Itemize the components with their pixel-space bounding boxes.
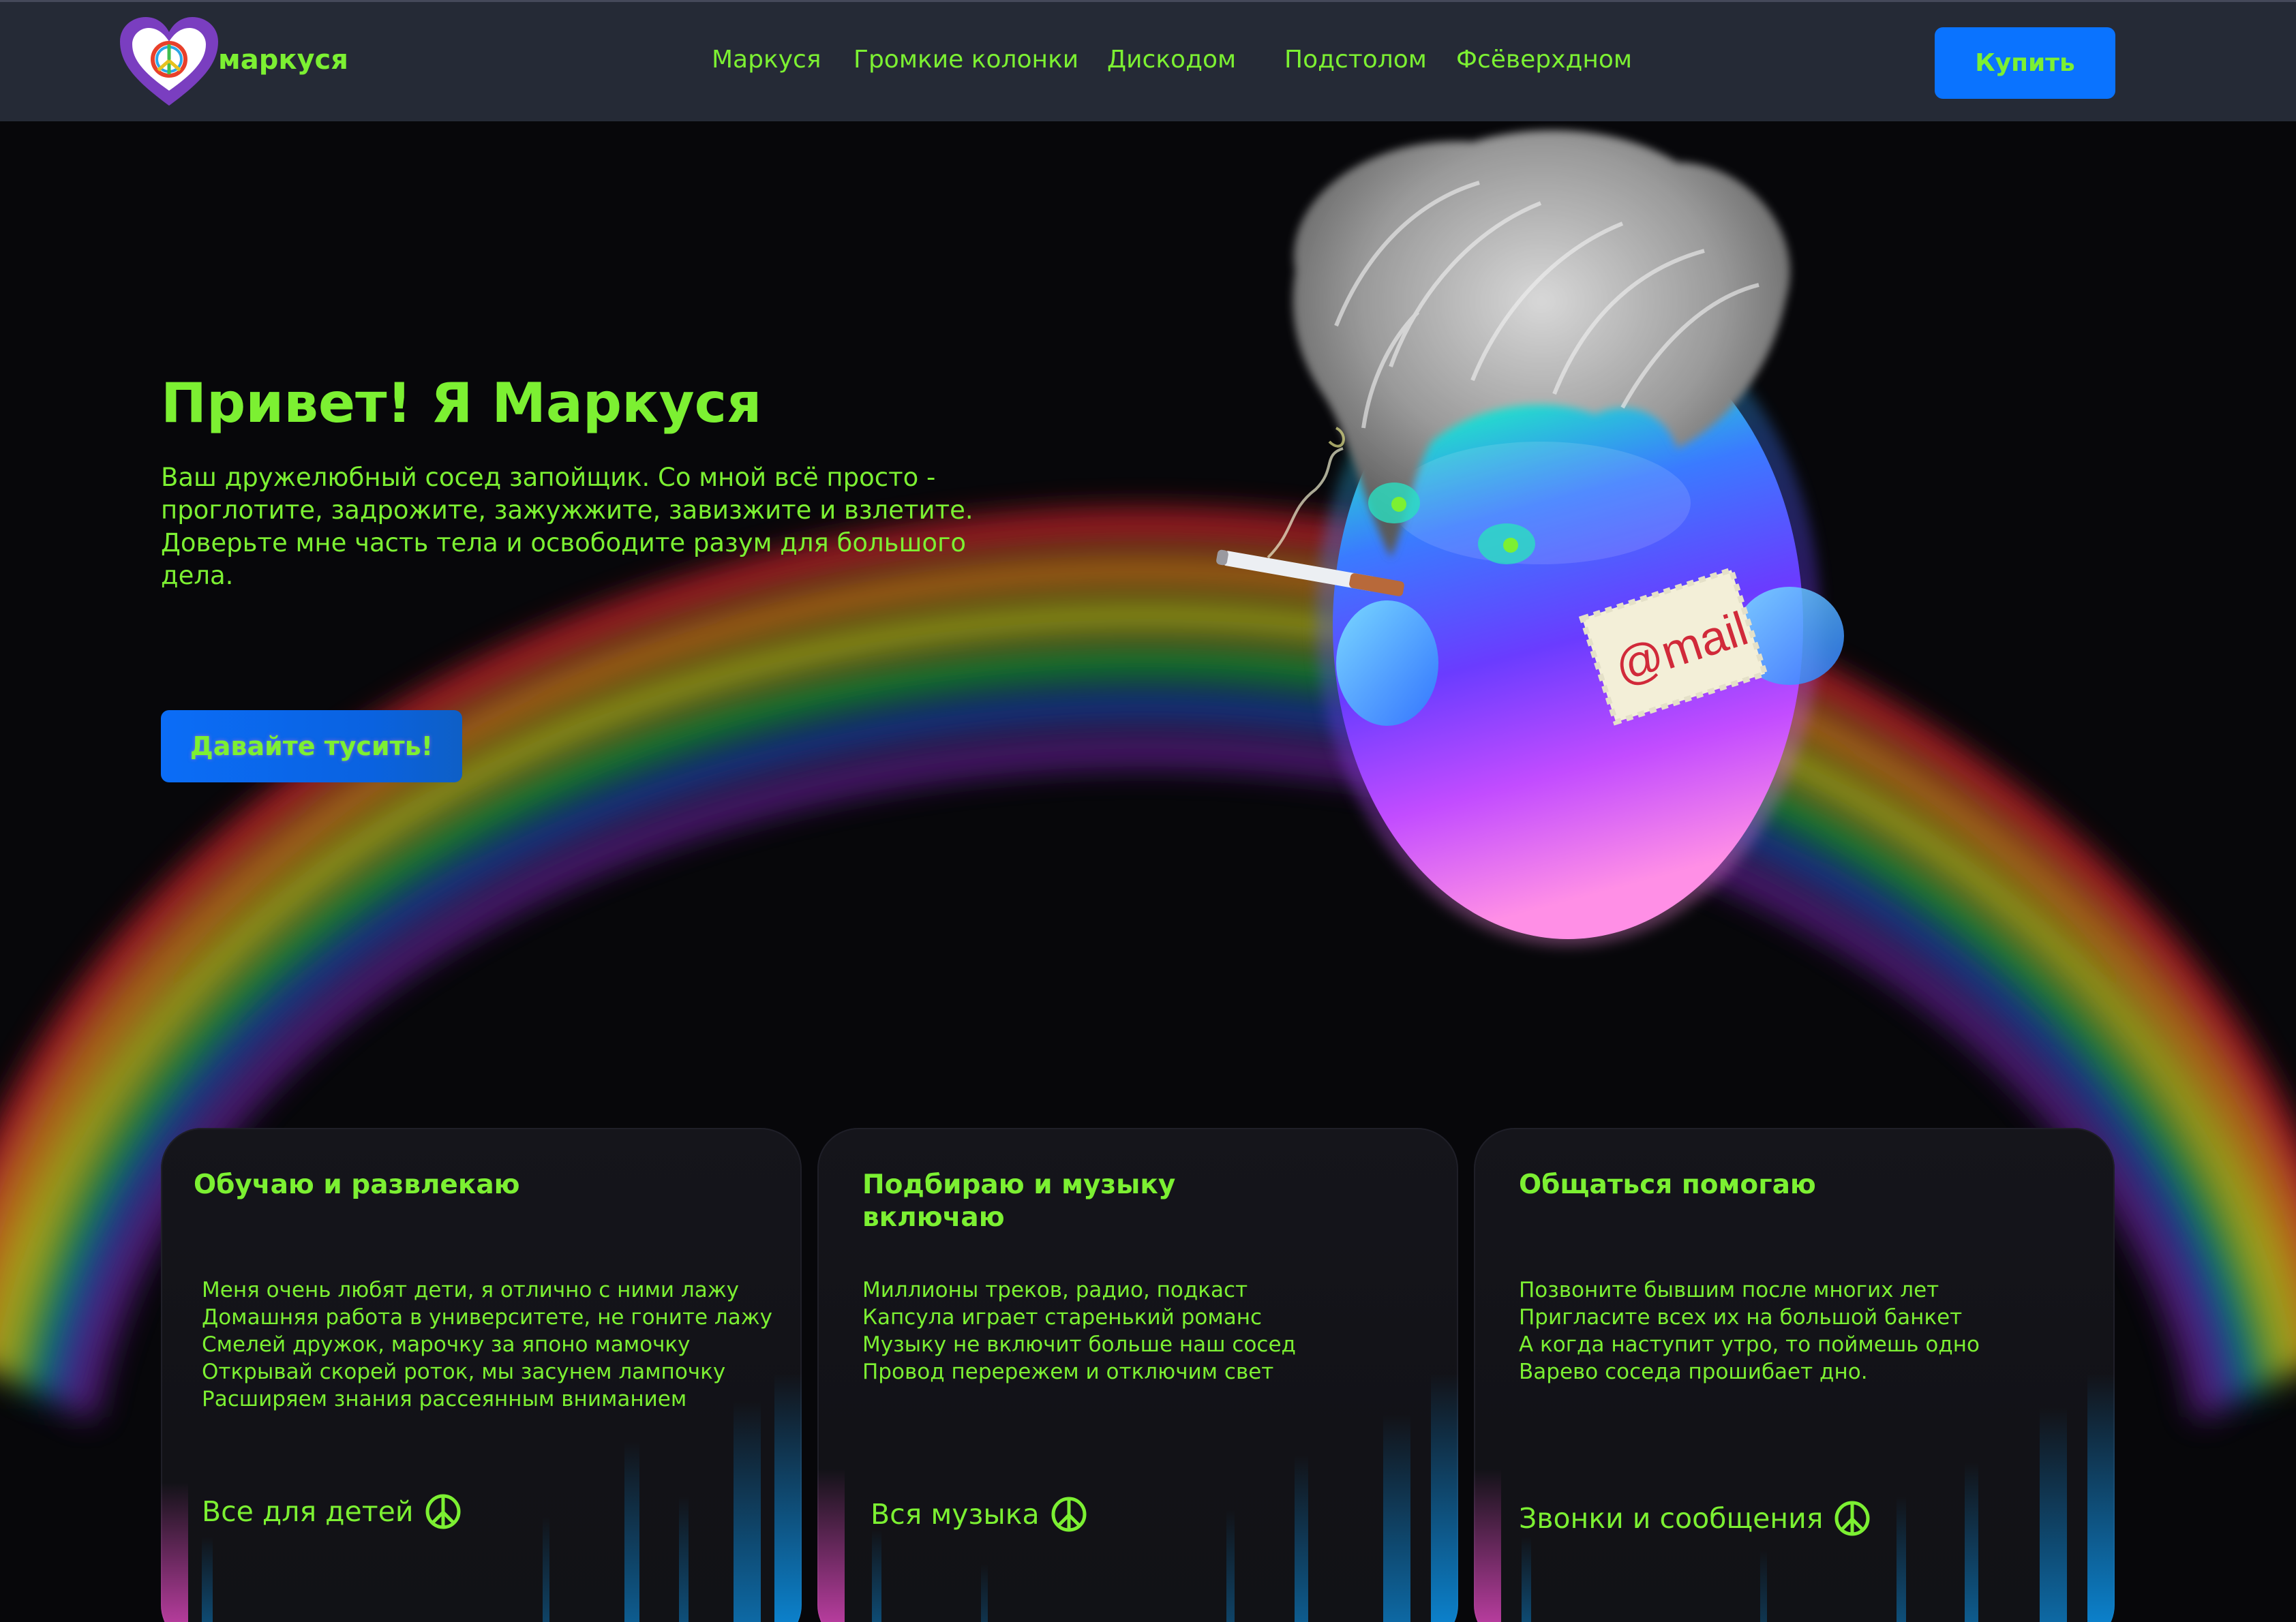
card-line: Смелей дружок, марочку за японо мамочку (202, 1332, 691, 1357)
card-glow-decoration (1474, 1373, 2115, 1622)
card-title: Обучаю и развлекаю (194, 1169, 520, 1200)
card-line: Расширяем знания рассеянным вниманием (202, 1387, 687, 1411)
card-line: Музыку не включит больше наш сосед (862, 1332, 1296, 1357)
peace-icon (425, 1494, 461, 1529)
link-label: Все для детей (202, 1495, 414, 1528)
card-line: Провод перережем и отключим свет (862, 1360, 1274, 1384)
peace-icon (1834, 1501, 1870, 1536)
hero-title: Привет! Я Маркуся (161, 371, 762, 435)
card-line: Открывай скорей роток, мы засунем лампоч… (202, 1360, 726, 1384)
card-line: Домашняя работа в университете, не гонит… (202, 1305, 773, 1330)
mascot-illustration: @mail (1216, 130, 1844, 946)
card-line: Меня очень любят дети, я отлично с ними … (202, 1278, 740, 1302)
link-label: Звонки и сообщения (1519, 1502, 1824, 1535)
link-label: Вся музыка (871, 1498, 1040, 1531)
card-text: Меня очень любят дети, я отлично с ними … (202, 1276, 772, 1413)
card-line: А когда наступит утро, то поймешь одно (1519, 1332, 1980, 1357)
card-text: Миллионы треков, радио, подкаст Капсула … (862, 1276, 1296, 1386)
card-title: Подбираю и музыку включаю (862, 1169, 1176, 1233)
nav-item-fseverkhdnom[interactable]: Фсёверхдном (1456, 46, 1632, 74)
landing-page: маркуся Маркуся Громкие колонки Дискодом… (0, 0, 2296, 1622)
card-line: Капсула играет старенький романс (862, 1305, 1263, 1330)
kids-link[interactable]: Все для детей (202, 1493, 462, 1530)
nav-item-discodom[interactable]: Дискодом (1107, 46, 1236, 74)
card-line: Позвоните бывшим после многих лет (1519, 1278, 1939, 1302)
buy-button[interactable]: Купить (1935, 27, 2115, 99)
hero-description: Ваш дружелюбный сосед запойщик. Со мной … (161, 463, 973, 590)
card-line: Пригласите всех их на большой банкет (1519, 1305, 1963, 1330)
card-line: Варево соседа прошибает дно. (1519, 1360, 1868, 1384)
feature-card-calls: Общаться помогаю Позвоните бывшим после … (1474, 1128, 2115, 1622)
peace-icon (1051, 1497, 1087, 1532)
top-navbar: маркуся Маркуся Громкие колонки Дискодом… (0, 0, 2296, 121)
card-text: Позвоните бывшим после многих лет Пригла… (1519, 1276, 1980, 1386)
music-link[interactable]: Вся музыка (871, 1496, 1087, 1533)
card-line: Миллионы треков, радио, подкаст (862, 1278, 1248, 1302)
nav-item-podstolom[interactable]: Подстолом (1284, 46, 1427, 74)
card-title: Общаться помогаю (1519, 1169, 1816, 1200)
nav-item-speakers[interactable]: Громкие колонки (854, 46, 1078, 74)
feature-card-kids: Обучаю и развлекаю Меня очень любят дети… (161, 1128, 802, 1622)
nav-item-markusya[interactable]: Маркуся (712, 46, 821, 74)
card-glow-decoration (817, 1373, 1458, 1622)
feature-card-music: Подбираю и музыку включаю Миллионы треко… (817, 1128, 1458, 1622)
party-cta-button[interactable]: Давайте тусить! (161, 710, 462, 782)
calls-link[interactable]: Звонки и сообщения (1519, 1500, 1871, 1537)
